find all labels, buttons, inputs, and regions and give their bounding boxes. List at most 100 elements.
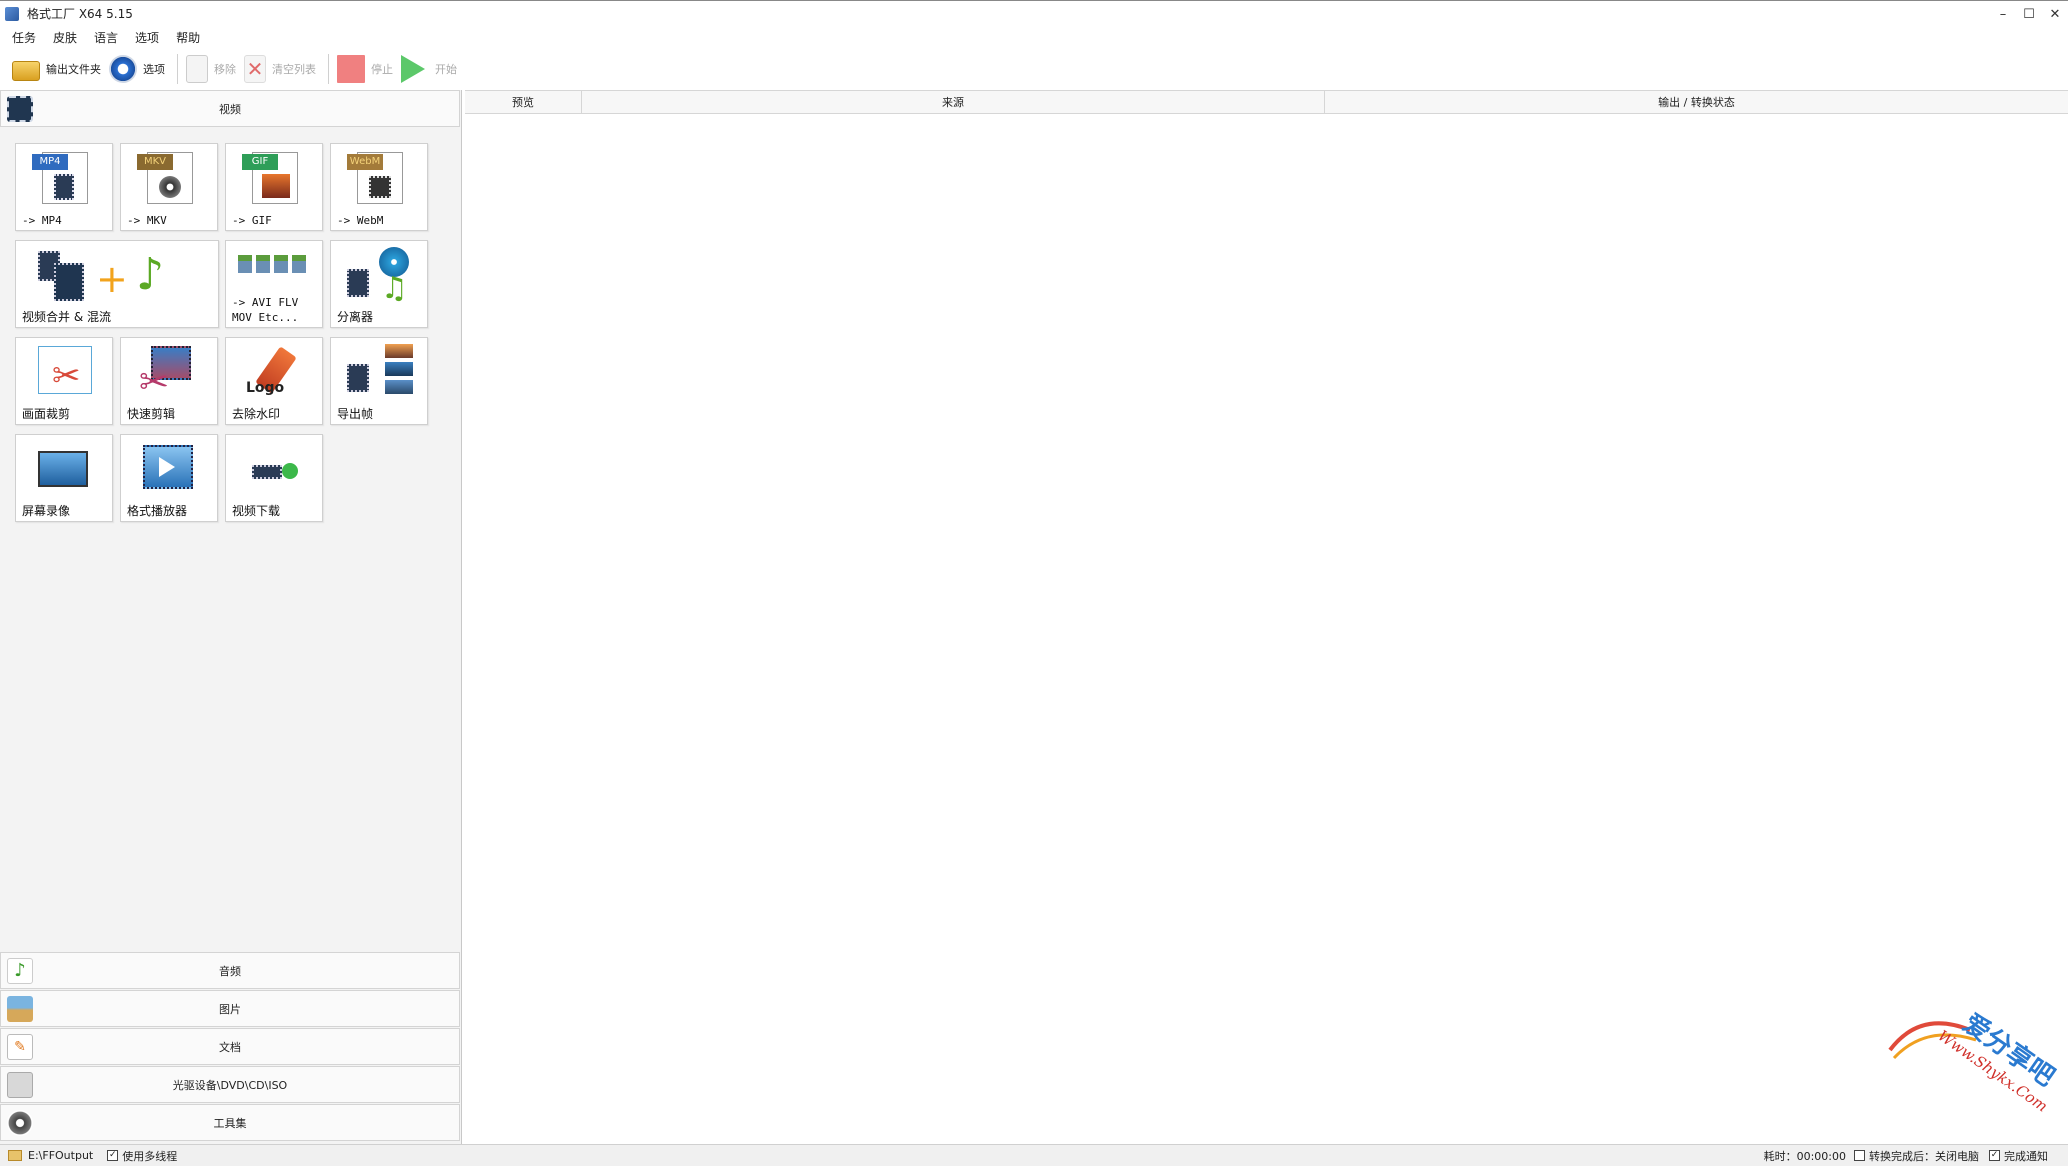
tile-to-gif-label: -> GIF: [232, 214, 272, 227]
minimize-button[interactable]: –: [1990, 1, 2016, 27]
tile-player-label: 格式播放器: [127, 504, 188, 518]
notify-checkbox[interactable]: ✓: [1989, 1150, 2000, 1161]
toolbar-separator: [177, 54, 178, 84]
task-list-body[interactable]: [465, 114, 2068, 1144]
multithread-checkbox[interactable]: ✓: [107, 1150, 119, 1161]
gif-file-icon: GIF: [242, 150, 308, 206]
merge-icon: + ♪: [32, 247, 202, 303]
output-folder-label: 输出文件夹: [46, 63, 101, 76]
app-icon: [5, 6, 19, 21]
tile-video-download[interactable]: 视频下载: [225, 434, 323, 522]
export-frames-icon: [347, 344, 413, 400]
clear-list-button[interactable]: ✕ 清空列表: [242, 51, 322, 87]
stop-button[interactable]: 停止: [335, 51, 399, 87]
mkv-file-icon: MKV: [137, 150, 203, 206]
tile-crop-label: 画面裁剪: [22, 407, 71, 421]
stop-icon: [337, 55, 365, 83]
toolbar-separator: [328, 54, 329, 84]
remove-label: 移除: [214, 63, 236, 76]
tile-player[interactable]: 格式播放器: [120, 434, 218, 522]
tile-crop[interactable]: ✂ 画面裁剪: [15, 337, 113, 425]
tile-quick-edit-label: 快速剪辑: [127, 407, 176, 421]
column-output-status[interactable]: 输出 / 转换状态: [1325, 91, 2068, 113]
tile-to-mkv[interactable]: MKV -> MKV: [120, 143, 218, 231]
category-panel: 视频 MP4 -> MP4 MKV -> MKV GIF -> GIF WebM: [0, 90, 462, 1144]
category-tools[interactable]: 工具集: [0, 1104, 460, 1141]
tile-to-gif[interactable]: GIF -> GIF: [225, 143, 323, 231]
mkv-badge: MKV: [137, 154, 173, 170]
output-path[interactable]: E:\FFOutput: [28, 1149, 93, 1162]
tile-remove-watermark-label: 去除水印: [232, 407, 281, 421]
category-optical-label: 光驱设备\DVD\CD\ISO: [172, 1078, 288, 1092]
close-button[interactable]: ✕: [2042, 1, 2068, 27]
eraser-icon: Logo: [242, 344, 308, 400]
player-icon: [137, 441, 203, 497]
screen-record-icon: [32, 441, 98, 497]
menu-options[interactable]: 选项: [135, 29, 159, 46]
remove-button[interactable]: 移除: [184, 51, 242, 87]
webm-file-icon: WebM: [347, 150, 413, 206]
tile-merge-mux[interactable]: + ♪ 视频合并 & 混流: [15, 240, 219, 328]
shutdown-checkbox[interactable]: [1854, 1150, 1865, 1161]
stop-label: 停止: [371, 63, 393, 76]
category-optical[interactable]: 光驱设备\DVD\CD\ISO: [0, 1066, 460, 1103]
toolbar: 输出文件夹 选项 移除 ✕ 清空列表 停止 开始: [0, 48, 2068, 90]
window-title: 格式工厂 X64 5.15: [27, 7, 133, 21]
tile-screen-record[interactable]: 屏幕录像: [15, 434, 113, 522]
multithread-label: 使用多线程: [122, 1149, 178, 1163]
gear-icon: [109, 55, 137, 83]
menu-help[interactable]: 帮助: [176, 29, 200, 46]
tile-export-frames[interactable]: 导出帧: [330, 337, 428, 425]
mp4-badge: MP4: [32, 154, 68, 170]
status-bar: E:\FFOutput ✓ 使用多线程 耗时：00:00:00 转换完成后：关闭…: [0, 1144, 2068, 1166]
tile-to-webm[interactable]: WebM -> WebM: [330, 143, 428, 231]
category-audio[interactable]: ♪ 音频: [0, 952, 460, 989]
tile-quick-edit[interactable]: ✂ 快速剪辑: [120, 337, 218, 425]
category-video-label: 视频: [219, 102, 241, 116]
tile-export-frames-label: 导出帧: [337, 407, 374, 421]
crop-scissors-icon: ✂: [32, 344, 98, 400]
quick-edit-icon: ✂: [137, 344, 203, 402]
clear-list-icon: ✕: [244, 55, 266, 83]
task-list-header: 预览 来源 输出 / 转换状态: [465, 90, 2068, 114]
maximize-button[interactable]: ☐: [2016, 1, 2042, 27]
options-button[interactable]: 选项: [107, 51, 171, 87]
tile-to-mp4[interactable]: MP4 -> MP4: [15, 143, 113, 231]
task-list-panel: 预览 来源 输出 / 转换状态: [465, 90, 2068, 1144]
column-source[interactable]: 来源: [582, 91, 1325, 113]
category-document[interactable]: ✎ 文档: [0, 1028, 460, 1065]
column-preview[interactable]: 预览: [465, 91, 582, 113]
tile-splitter[interactable]: ♫ 分离器: [330, 240, 428, 328]
category-tools-label: 工具集: [213, 1116, 247, 1130]
output-folder-button[interactable]: 输出文件夹: [10, 51, 107, 87]
menu-skin[interactable]: 皮肤: [53, 29, 77, 46]
gif-badge: GIF: [242, 154, 278, 170]
folder-icon: [12, 61, 40, 81]
splitter-icon: ♫: [347, 247, 413, 305]
video-download-icon: [242, 441, 308, 497]
play-icon: [401, 55, 425, 83]
category-image[interactable]: 图片: [0, 990, 460, 1027]
tile-to-mp4-label: -> MP4: [22, 214, 62, 227]
tile-to-avi-flv-mov[interactable]: -> AVI FLV MOV Etc...: [225, 240, 323, 328]
webm-badge: WebM: [347, 154, 383, 170]
menu-task[interactable]: 任务: [12, 29, 36, 46]
menu-language[interactable]: 语言: [94, 29, 118, 46]
tile-merge-mux-label: 视频合并 & 混流: [22, 310, 111, 324]
tile-video-download-label: 视频下载: [232, 504, 281, 518]
menu-bar: 任务 皮肤 语言 选项 帮助: [0, 26, 2068, 48]
tile-to-mkv-label: -> MKV: [127, 214, 167, 227]
tile-to-avi-flv-mov-label: -> AVI FLV MOV Etc...: [232, 296, 299, 324]
category-video[interactable]: 视频: [0, 90, 460, 127]
tile-splitter-label: 分离器: [337, 310, 374, 324]
mp4-file-icon: MP4: [32, 150, 98, 206]
title-bar: 格式工厂 X64 5.15 – ☐ ✕: [0, 0, 2068, 26]
after-convert-label: 转换完成后：关闭电脑: [1869, 1149, 1979, 1163]
category-document-label: 文档: [219, 1040, 241, 1054]
start-button[interactable]: 开始: [399, 51, 463, 87]
watermark-logo: 爱分享吧 Www.Shykx.Com: [1880, 1000, 2060, 1140]
remove-file-icon: [186, 55, 208, 83]
start-label: 开始: [435, 63, 457, 76]
tile-remove-watermark[interactable]: Logo 去除水印: [225, 337, 323, 425]
category-image-label: 图片: [219, 1002, 241, 1016]
